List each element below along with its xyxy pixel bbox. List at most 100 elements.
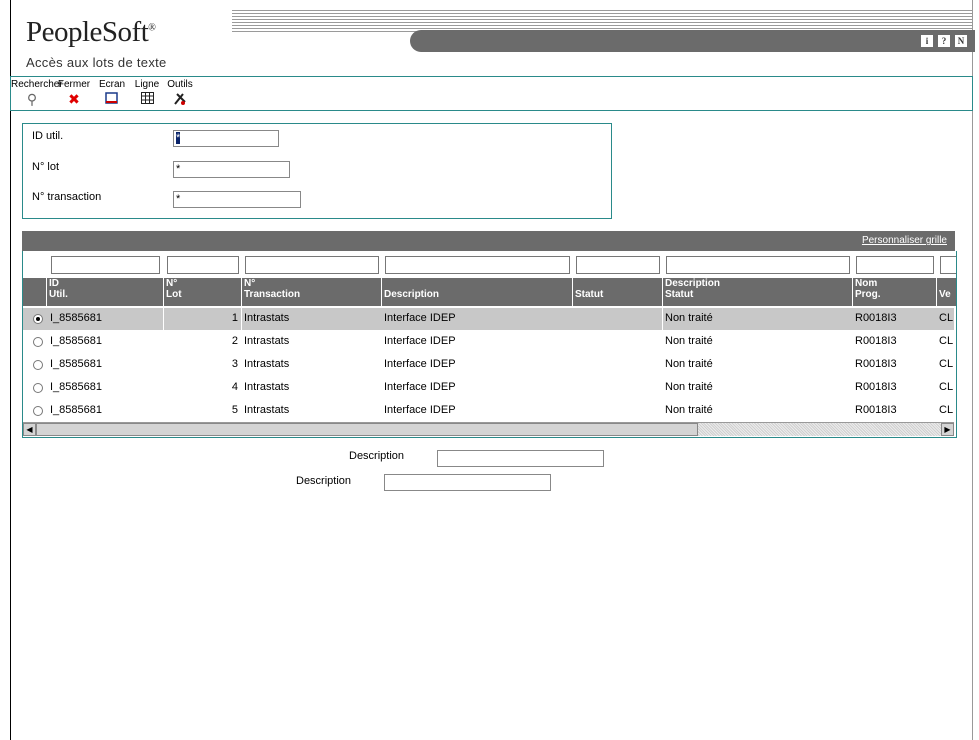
close-button[interactable]: Fermer ✖ xyxy=(57,79,91,106)
form-icon xyxy=(97,92,127,107)
header-status[interactable]: Statut xyxy=(573,278,663,306)
cell-status-description: Non traité xyxy=(665,312,713,324)
table-row[interactable]: I_8585681 3 Intrastats Interface IDEP No… xyxy=(23,354,954,376)
customize-grid-link[interactable]: Personnaliser grille xyxy=(862,235,947,246)
cell-status-description: Non traité xyxy=(665,358,713,370)
filter-version[interactable] xyxy=(940,256,956,274)
cell-status-description: Non traité xyxy=(665,404,713,416)
header-description[interactable]: Description xyxy=(382,278,573,306)
description-label-2: Description xyxy=(296,475,352,487)
header-status-description[interactable]: Description Statut xyxy=(663,278,853,306)
cell-program: R0018I3 xyxy=(855,358,897,370)
cell-status-description: Non traité xyxy=(665,335,713,347)
row-select-radio[interactable] xyxy=(33,337,43,347)
info-icon[interactable]: i xyxy=(921,35,933,47)
cell-version: CL xyxy=(939,381,954,393)
find-button[interactable]: Rechercher ⚲ xyxy=(11,79,63,107)
cell-version: CL xyxy=(939,312,954,324)
tools-button[interactable]: Outils xyxy=(165,79,195,107)
header-user-id[interactable]: ID Util. xyxy=(47,278,164,306)
cell-version: CL xyxy=(939,404,954,416)
transaction-number-label: N° transaction xyxy=(32,191,102,203)
cell-user-id: I_8585681 xyxy=(50,381,102,393)
cell-program: R0018I3 xyxy=(855,312,897,324)
table-row[interactable]: I_8585681 4 Intrastats Interface IDEP No… xyxy=(23,377,954,399)
grid-title-bar: Personnaliser grille xyxy=(22,231,955,251)
cell-user-id: I_8585681 xyxy=(50,358,102,370)
form-button[interactable]: Ecran xyxy=(97,79,127,107)
header-batch[interactable]: N° Lot xyxy=(164,278,242,306)
filter-status-description[interactable] xyxy=(666,256,850,274)
cell-batch: 4 xyxy=(231,381,238,393)
filter-program[interactable] xyxy=(856,256,934,274)
peoplesoft-logo: PeopleSoft® xyxy=(26,16,156,48)
row-icon xyxy=(133,92,161,106)
header-program[interactable]: Nom Prog. xyxy=(853,278,937,306)
batch-number-field[interactable]: * xyxy=(173,161,290,178)
cell-transaction: Intrastats xyxy=(244,358,290,370)
search-criteria-panel: ID util. * N° lot * N° transaction * xyxy=(22,123,612,219)
cell-version: CL xyxy=(939,358,954,370)
header-version[interactable]: Ve xyxy=(937,278,956,306)
cell-transaction: Intrastats xyxy=(244,404,290,416)
help-icon[interactable]: ? xyxy=(938,35,950,47)
header-select xyxy=(23,278,47,306)
page-title: Accès aux lots de texte xyxy=(26,55,167,70)
toolbar: Rechercher ⚲ Fermer ✖ Ecran Ligne Outils xyxy=(10,76,973,111)
window-right-border xyxy=(972,0,979,740)
filter-status[interactable] xyxy=(576,256,660,274)
header-band xyxy=(232,10,972,32)
row-select-radio[interactable] xyxy=(33,314,43,324)
filter-transaction[interactable] xyxy=(245,256,379,274)
row-button[interactable]: Ligne xyxy=(133,79,161,106)
cell-version: CL xyxy=(939,335,954,347)
cell-program: R0018I3 xyxy=(855,404,897,416)
row-select-radio[interactable] xyxy=(33,360,43,370)
scroll-right-icon[interactable]: ▶ xyxy=(941,423,954,436)
cell-description: Interface IDEP xyxy=(384,358,456,370)
cell-program: R0018I3 xyxy=(855,381,897,393)
close-icon: ✖ xyxy=(68,91,80,107)
cell-batch: 3 xyxy=(231,358,238,370)
notes-icon[interactable]: N xyxy=(955,35,967,47)
description-label-1: Description xyxy=(349,450,405,462)
cell-transaction: Intrastats xyxy=(244,335,290,347)
user-id-field[interactable]: * xyxy=(173,130,279,147)
cell-transaction: Intrastats xyxy=(244,312,290,324)
cell-user-id: I_8585681 xyxy=(50,404,102,416)
cell-description: Interface IDEP xyxy=(384,312,456,324)
filter-user-id[interactable] xyxy=(51,256,160,274)
filter-batch[interactable] xyxy=(167,256,239,274)
scroll-left-icon[interactable]: ◀ xyxy=(23,423,36,436)
cell-user-id: I_8585681 xyxy=(50,312,102,324)
cell-batch: 5 xyxy=(231,404,238,416)
header-transaction[interactable]: N° Transaction xyxy=(242,278,382,306)
window-left-border xyxy=(0,0,11,740)
row-select-radio[interactable] xyxy=(33,383,43,393)
header-bar xyxy=(410,30,975,52)
cell-description: Interface IDEP xyxy=(384,335,456,347)
cell-user-id: I_8585681 xyxy=(50,335,102,347)
cell-batch: 1 xyxy=(231,312,238,324)
header-icons: i ? N xyxy=(921,35,967,47)
find-icon: ⚲ xyxy=(26,91,38,107)
cell-status-description: Non traité xyxy=(665,381,713,393)
batch-grid: ID Util. N° Lot N° Transaction Description … xyxy=(22,251,957,438)
user-id-label: ID util. xyxy=(32,130,64,142)
tools-icon xyxy=(165,92,195,107)
filter-description[interactable] xyxy=(385,256,570,274)
table-row[interactable]: I_8585681 1 Intrastats Interface IDEP No… xyxy=(23,308,954,330)
scroll-thumb[interactable] xyxy=(36,423,698,436)
cell-transaction: Intrastats xyxy=(244,381,290,393)
cell-description: Interface IDEP xyxy=(384,381,456,393)
grid-horizontal-scrollbar[interactable]: ◀ ▶ xyxy=(23,422,954,436)
description-field-1[interactable] xyxy=(437,450,604,467)
cell-batch: 2 xyxy=(231,335,238,347)
cell-program: R0018I3 xyxy=(855,335,897,347)
table-row[interactable]: I_8585681 2 Intrastats Interface IDEP No… xyxy=(23,331,954,353)
transaction-number-field[interactable]: * xyxy=(173,191,301,208)
description-field-2[interactable] xyxy=(384,474,551,491)
cell-description: Interface IDEP xyxy=(384,404,456,416)
table-row[interactable]: I_8585681 5 Intrastats Interface IDEP No… xyxy=(23,400,954,422)
row-select-radio[interactable] xyxy=(33,406,43,416)
